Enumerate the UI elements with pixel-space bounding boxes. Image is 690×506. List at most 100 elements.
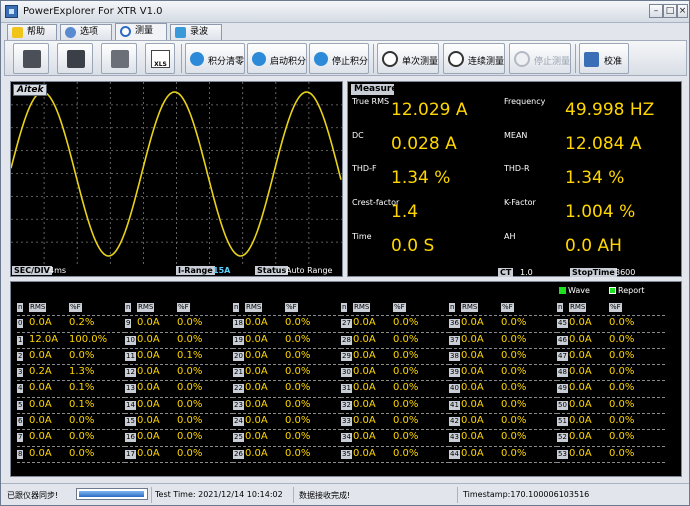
harmonic-rms: 0.0A bbox=[137, 382, 160, 394]
time-label: Time bbox=[352, 232, 372, 241]
crest-factor-value: 1.4 bbox=[391, 202, 419, 222]
harmonic-percent: 0.0% bbox=[177, 382, 203, 394]
reset-integral-button[interactable]: 积分清零 bbox=[185, 43, 245, 74]
harmonics-row: 42 0.0A 0.0% bbox=[449, 414, 557, 431]
minimize-button[interactable]: – bbox=[649, 4, 663, 18]
stop-integral-label: 停止积分 bbox=[332, 57, 369, 67]
harmonic-percent: 0.0% bbox=[285, 333, 311, 345]
open-file-button[interactable] bbox=[13, 43, 49, 74]
maximize-button[interactable]: □ bbox=[663, 4, 677, 18]
print-button[interactable] bbox=[101, 43, 137, 74]
harmonic-rms: 0.0A bbox=[461, 333, 484, 345]
pause-icon bbox=[514, 51, 530, 67]
save-button[interactable] bbox=[57, 43, 93, 74]
harmonics-row: 35 0.0A 0.0% bbox=[341, 447, 449, 463]
harmonics-row: 30 0.0A 0.0% bbox=[341, 365, 449, 382]
thd-r-label: THD-R bbox=[504, 164, 530, 173]
tab-help[interactable]: 帮助 bbox=[7, 24, 57, 40]
harmonic-rms: 0.0A bbox=[461, 366, 484, 378]
harmonics-panel: Wave Report n RMS %F 0 0.0A 0.2% 1 12.0A 100.0% 2… bbox=[10, 281, 682, 477]
harmonic-rms: 0.0A bbox=[245, 333, 268, 345]
harmonics-row: 48 0.0A 0.0% bbox=[557, 365, 665, 382]
single-measure-label: 单次测量 bbox=[402, 57, 439, 67]
measure-panel: Measure True RMS 12.029 A Frequency 49.9… bbox=[347, 81, 682, 277]
harmonic-rms: 0.0A bbox=[245, 317, 268, 329]
harmonics-row: 32 0.0A 0.0% bbox=[341, 398, 449, 415]
harmonics-header-row: n RMS %F bbox=[557, 300, 665, 317]
stop-measure-button[interactable]: 停止测量 bbox=[509, 43, 571, 74]
harmonic-order: 44 bbox=[449, 449, 460, 459]
start-integral-label: 启动积分 bbox=[270, 57, 307, 67]
harmonics-row: 28 0.0A 0.0% bbox=[341, 333, 449, 349]
report-checkbox[interactable] bbox=[609, 287, 616, 294]
continuous-measure-button[interactable]: 连续测量 bbox=[443, 43, 505, 74]
harmonics-row: 21 0.0A 0.0% bbox=[233, 365, 341, 382]
harmonic-order: 51 bbox=[557, 417, 568, 427]
wave-checkbox[interactable] bbox=[559, 287, 566, 294]
tab-record[interactable]: 录波 bbox=[170, 24, 222, 40]
legend-wave[interactable]: Wave bbox=[559, 286, 590, 295]
harmonics-row: 46 0.0A 0.0% bbox=[557, 333, 665, 349]
harmonic-percent: 0.0% bbox=[285, 447, 311, 459]
harmonic-order: 23 bbox=[233, 400, 244, 410]
true-rms-label: True RMS bbox=[352, 97, 390, 106]
harmonic-rms: 0.0A bbox=[353, 366, 376, 378]
status-message: 数据接收完成! bbox=[299, 491, 351, 500]
harmonics-row: 51 0.0A 0.0% bbox=[557, 414, 665, 431]
legend-report-label: Report bbox=[618, 286, 645, 295]
harmonics-row: 40 0.0A 0.0% bbox=[449, 381, 557, 398]
calibrate-button[interactable]: 校准 bbox=[579, 43, 629, 74]
tab-measure[interactable]: 测量 bbox=[115, 23, 167, 40]
harmonic-rms: 0.0A bbox=[137, 398, 160, 410]
harmonic-percent: 0.0% bbox=[393, 333, 419, 345]
harmonic-order: 25 bbox=[233, 433, 244, 443]
current-waveform bbox=[11, 91, 342, 257]
harmonics-column: n RMS %F 18 0.0A 0.0% 19 0.0A 0.0% 20 0.0A 0.0% 21 0.… bbox=[233, 300, 341, 463]
harmonic-percent: 0.0% bbox=[393, 382, 419, 394]
harmonic-percent: 0.0% bbox=[609, 398, 635, 410]
folder-icon bbox=[23, 50, 41, 68]
irange-label: I-Range bbox=[176, 266, 215, 275]
status-value: Auto Range bbox=[286, 266, 333, 275]
harmonics-row: 34 0.0A 0.0% bbox=[341, 430, 449, 447]
harmonics-row: 41 0.0A 0.0% bbox=[449, 398, 557, 415]
harmonics-row: 12 0.0A 0.0% bbox=[125, 365, 233, 382]
harmonics-row: 38 0.0A 0.0% bbox=[449, 349, 557, 366]
harmonics-row: 18 0.0A 0.0% bbox=[233, 316, 341, 333]
harmonic-order: 22 bbox=[233, 384, 244, 394]
harmonic-order: 32 bbox=[341, 400, 352, 410]
print-icon bbox=[111, 50, 129, 68]
fast-forward-icon bbox=[448, 51, 464, 67]
harmonics-row: 37 0.0A 0.0% bbox=[449, 333, 557, 349]
irange-value: 15A bbox=[213, 266, 231, 275]
header-pf: %F bbox=[285, 303, 298, 312]
harmonic-percent: 0.2% bbox=[69, 317, 95, 329]
close-button[interactable]: × bbox=[677, 4, 688, 18]
harmonic-percent: 0.0% bbox=[393, 447, 419, 459]
stop-integral-button[interactable]: 停止积分 bbox=[309, 43, 369, 74]
single-measure-button[interactable]: 单次测量 bbox=[377, 43, 439, 74]
harmonics-row: 17 0.0A 0.0% bbox=[125, 447, 233, 463]
harmonic-percent: 0.0% bbox=[501, 333, 527, 345]
header-n: n bbox=[449, 303, 456, 312]
harmonic-order: 48 bbox=[557, 368, 568, 378]
dc-label: DC bbox=[352, 131, 364, 140]
tab-options[interactable]: 选项 bbox=[60, 24, 112, 40]
harmonic-order: 17 bbox=[125, 449, 136, 459]
harmonics-row: 1 12.0A 100.0% bbox=[17, 333, 125, 349]
export-xls-button[interactable]: XLS bbox=[145, 43, 175, 74]
header-pf: %F bbox=[609, 303, 622, 312]
legend-report[interactable]: Report bbox=[609, 286, 645, 295]
harmonic-rms: 0.0A bbox=[245, 382, 268, 394]
harmonic-order: 13 bbox=[125, 384, 136, 394]
harmonic-rms: 0.0A bbox=[353, 447, 376, 459]
harmonic-percent: 0.0% bbox=[609, 415, 635, 427]
harmonic-order: 29 bbox=[341, 351, 352, 361]
harmonic-rms: 0.0A bbox=[461, 447, 484, 459]
harmonic-order: 27 bbox=[341, 319, 352, 329]
harmonic-percent: 100.0% bbox=[69, 333, 108, 345]
harmonic-rms: 0.0A bbox=[461, 349, 484, 361]
start-integral-button[interactable]: 启动积分 bbox=[247, 43, 307, 74]
continuous-measure-label: 连续测量 bbox=[468, 57, 505, 67]
ct-label: CT bbox=[498, 268, 514, 277]
